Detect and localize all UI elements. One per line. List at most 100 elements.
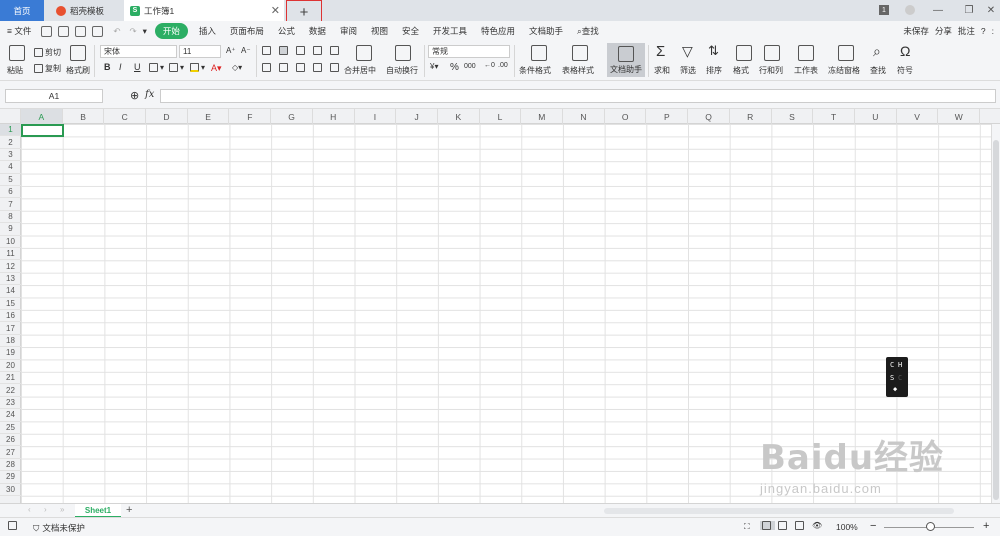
page-layout-view-icon[interactable] [795,521,806,530]
row-header[interactable]: 4 [0,161,21,174]
row-header[interactable]: 14 [0,285,21,298]
distributed-icon[interactable] [330,63,339,72]
fullscreen-icon[interactable]: ⛶ [744,522,750,532]
conditional-format-icon[interactable] [531,45,547,61]
align-left-icon[interactable] [262,63,271,72]
merge-center-button[interactable]: 合并居中 [344,65,376,76]
zoom-formula-icon[interactable]: ⊕ [130,89,139,102]
freeze-panes-button[interactable]: 冻结窗格 [828,65,860,76]
column-header[interactable]: E [188,109,230,124]
underline-button[interactable]: U [134,62,141,72]
share-button[interactable]: 分享 [935,25,952,37]
row-col-button[interactable]: 行和列 [759,65,783,76]
format-icon[interactable] [736,45,752,61]
indent-increase-icon[interactable] [330,46,339,55]
row-header[interactable]: 13 [0,273,21,286]
row-header[interactable]: 25 [0,422,21,434]
sort-button[interactable]: 排序 [706,65,722,76]
cell-style-icon[interactable]: ▾ [169,63,184,72]
row-header[interactable]: 3 [0,149,21,162]
sheet-nav-next-icon[interactable]: › [44,505,47,514]
add-sheet-button[interactable]: + [126,504,132,516]
comment-button[interactable]: 批注 [958,25,975,37]
ime-toolbar[interactable]: C H S C ◆ [886,357,908,397]
row-header[interactable]: 10 [0,236,21,248]
doc-assistant-button[interactable]: 文档助手 [607,43,645,77]
print-icon[interactable] [75,25,87,37]
export-icon[interactable] [58,25,70,37]
column-header[interactable]: Q [688,109,730,124]
row-header[interactable]: 18 [0,335,21,348]
row-header[interactable]: 28 [0,459,21,472]
reading-mode-icon[interactable]: 👁 [812,521,822,530]
increase-font-button[interactable]: A⁺ [226,46,236,55]
align-right-icon[interactable] [296,63,305,72]
format-button[interactable]: 格式 [733,65,749,76]
file-menu[interactable]: ≡ 文件 [0,25,38,37]
zoom-out-button[interactable]: − [870,520,876,532]
decimal-decrease-icon[interactable]: .00 [498,62,508,69]
row-header[interactable]: 5 [0,174,21,186]
row-header[interactable]: 7 [0,198,21,211]
menu-insert[interactable]: 插入 [192,25,223,37]
menu-developer[interactable]: 开发工具 [426,25,474,37]
align-center-icon[interactable] [279,63,288,72]
minimize-button[interactable]: — [931,3,945,17]
column-header[interactable]: C [104,109,147,124]
row-header[interactable]: 2 [0,136,21,149]
column-header[interactable]: V [897,109,939,124]
more-icon[interactable]: : [992,26,994,36]
row-col-icon[interactable] [764,45,780,61]
font-size-select[interactable]: 11 [179,45,221,58]
row-header[interactable]: 8 [0,211,21,224]
bold-button[interactable]: B [104,62,111,72]
worksheet-icon[interactable] [798,45,814,61]
menu-data[interactable]: 数据 [302,25,333,37]
decimal-increase-icon[interactable]: ←0 [484,62,495,69]
sheet-nav-last-icon[interactable]: » [60,505,64,514]
zoom-in-button[interactable]: + [983,520,989,532]
row-header[interactable]: 6 [0,186,21,199]
menu-features[interactable]: 特色应用 [474,25,522,37]
row-header[interactable]: 15 [0,298,21,310]
window-count-badge[interactable]: 1 [879,5,889,15]
zoom-level[interactable]: 100% [836,522,858,532]
restore-button[interactable]: ❐ [962,3,976,17]
column-header[interactable]: U [855,109,897,124]
column-header[interactable]: G [271,109,313,124]
row-header[interactable]: 27 [0,446,21,459]
column-header[interactable]: B [63,109,105,124]
normal-view-icon[interactable] [760,521,775,530]
row-header[interactable]: 21 [0,372,21,385]
column-header[interactable]: O [605,109,647,124]
column-header[interactable]: H [313,109,355,124]
column-header[interactable]: T [813,109,855,124]
menu-doc-assistant[interactable]: 文档助手 [522,25,570,37]
sheet-status-icon[interactable] [8,521,19,530]
row-header[interactable]: 26 [0,434,21,447]
filter-icon[interactable]: ▽ [682,43,693,60]
fill-color-icon[interactable]: ▾ [190,63,205,72]
zoom-slider-knob[interactable] [926,522,935,531]
table-style-button[interactable]: 表格样式 [562,65,594,76]
column-header[interactable]: J [396,109,438,124]
column-header[interactable]: R [730,109,772,124]
decrease-font-button[interactable]: A⁻ [241,46,251,55]
tab-templates[interactable]: 稻壳模板 [48,0,122,21]
row-header[interactable]: 19 [0,347,21,360]
filter-button[interactable]: 筛选 [680,65,696,76]
justify-icon[interactable] [313,63,322,72]
row-header[interactable]: 23 [0,397,21,410]
format-painter-button[interactable]: 格式刷 [66,65,90,76]
column-header[interactable]: F [230,109,272,124]
wrap-text-button[interactable]: 自动换行 [386,65,418,76]
row-header[interactable]: 12 [0,260,21,273]
merge-center-icon[interactable] [356,45,372,61]
help-icon[interactable]: ? [981,26,986,36]
column-header[interactable]: P [647,109,689,124]
sum-button[interactable]: 求和 [654,65,670,76]
redo-icon[interactable]: ↷ [127,26,138,37]
column-header[interactable]: S [772,109,814,124]
symbol-button[interactable]: 符号 [897,65,913,76]
column-header[interactable]: I [355,109,397,124]
